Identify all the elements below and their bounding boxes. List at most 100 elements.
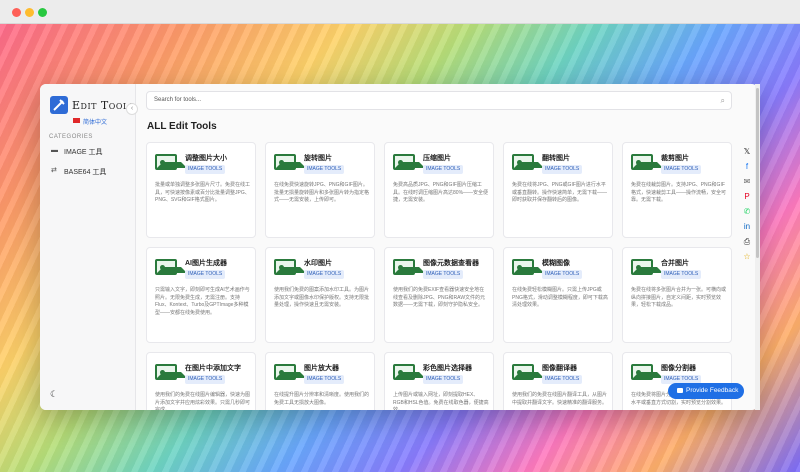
sidebar-item-label: BASE64 工具 bbox=[64, 169, 107, 176]
image-icon bbox=[155, 154, 187, 170]
tool-title: 在图片中添加文字 bbox=[185, 365, 241, 372]
image-icon bbox=[274, 154, 306, 170]
tool-card[interactable]: 在图片中添加文字 IMAGE TOOLS 使用我们的免费在线图片编辑器，快速为图… bbox=[146, 352, 256, 410]
image-icon bbox=[631, 259, 663, 275]
tool-title: 调整图片大小 bbox=[185, 155, 227, 162]
image-icon bbox=[631, 154, 663, 170]
scrollbar-thumb[interactable] bbox=[756, 88, 759, 258]
tool-description: 免费高品质JPG、PNG和GIF图片压缩工具。在线时调压缩图片高达80%——安全… bbox=[393, 182, 489, 204]
tool-title: 图像元数据查看器 bbox=[423, 260, 479, 267]
tool-tag: IMAGE TOOLS bbox=[185, 375, 226, 384]
minimize-window-button[interactable] bbox=[25, 8, 34, 17]
chat-icon bbox=[677, 388, 683, 393]
tool-description: 使用我们免费的图案添加水印工具。为图片添加文字或图像水印保护版权。支持无限批量处… bbox=[274, 287, 370, 309]
tool-description: 上传图片或输入网址，即刻提取HEX、RGB和HSL色值。免费在线取色器，便捷高效… bbox=[393, 392, 489, 410]
tool-tag: IMAGE TOOLS bbox=[423, 375, 464, 384]
logo-icon[interactable] bbox=[50, 96, 68, 114]
pinterest-icon[interactable]: P bbox=[740, 190, 754, 204]
provide-feedback-button[interactable]: Provide Feedback bbox=[668, 383, 744, 399]
search-icon[interactable]: ⌕ bbox=[721, 96, 725, 106]
linkedin-icon[interactable]: in bbox=[740, 220, 754, 234]
sidebar-item-label: IMAGE 工具 bbox=[64, 149, 103, 156]
image-icon bbox=[155, 259, 187, 275]
tool-title: 图像翻译器 bbox=[542, 365, 577, 372]
collapse-sidebar-button[interactable]: ‹ bbox=[126, 103, 138, 115]
tool-card[interactable]: 调整图片大小 IMAGE TOOLS 批量或单独调整多张图片尺寸。免费在线工具，… bbox=[146, 142, 256, 238]
image-icon bbox=[512, 154, 544, 170]
tool-title: 水印图片 bbox=[304, 260, 332, 267]
china-flag-icon bbox=[73, 118, 80, 123]
tool-card[interactable]: 翻转图片 IMAGE TOOLS 免费在线将JPG、PNG或GIF图片进行水平或… bbox=[503, 142, 613, 238]
image-icon bbox=[393, 364, 425, 380]
tool-description: 免费在线将JPG、PNG或GIF图片进行水平或垂直翻转。操作快速简单，无需下载—… bbox=[512, 182, 608, 204]
tool-tag: IMAGE TOOLS bbox=[423, 165, 464, 174]
image-icon bbox=[274, 259, 306, 275]
tool-title: 压缩图片 bbox=[423, 155, 451, 162]
tool-title: 翻转图片 bbox=[542, 155, 570, 162]
sidebar: Edit Tools ‹ 简体中文 CATEGORIES ▬ IMAGE 工具 … bbox=[40, 84, 138, 410]
tool-card[interactable]: 彩色图片选择器 IMAGE TOOLS 上传图片或输入网址，即刻提取HEX、RG… bbox=[384, 352, 494, 410]
tool-description: 使用我们的免费EXIF查看器快速安全地在线查看及删除JPG、PNG和RAW文件的… bbox=[393, 287, 486, 309]
tool-tag: IMAGE TOOLS bbox=[185, 165, 226, 174]
image-icon bbox=[393, 154, 425, 170]
facebook-icon[interactable]: f bbox=[740, 160, 754, 174]
email-icon[interactable]: ✉ bbox=[740, 175, 754, 189]
tool-title: 合并图片 bbox=[661, 260, 689, 267]
tool-card[interactable]: 图像翻译器 IMAGE TOOLS 使用我们的免费在线图片翻译工具，从图片中提取… bbox=[503, 352, 613, 410]
tool-description: 在线免费快速旋转JPG、PNG和GIF图片。批量无损量旋转图片和多张图片转为指定… bbox=[274, 182, 370, 204]
tool-tag: IMAGE TOOLS bbox=[423, 270, 464, 279]
tool-title: 裁剪图片 bbox=[661, 155, 689, 162]
tool-tag: IMAGE TOOLS bbox=[304, 375, 345, 384]
tool-tag: IMAGE TOOLS bbox=[542, 375, 583, 384]
search-input[interactable]: Search for tools... bbox=[154, 97, 201, 103]
tool-description: 在线免费轻松模糊图片。只需上传JPG或PNG格式，滑动调整模糊程度，即可下载高清… bbox=[512, 287, 608, 309]
image-icon bbox=[631, 364, 663, 380]
tool-card[interactable]: 水印图片 IMAGE TOOLS 使用我们免费的图案添加水印工具。为图片添加文字… bbox=[265, 247, 375, 343]
tool-card[interactable]: 合并图片 IMAGE TOOLS 免费在线将多张图片合并为一张。可横向或纵向拼接… bbox=[622, 247, 732, 343]
search-bar[interactable]: Search for tools... ⌕ bbox=[146, 91, 732, 110]
tool-card[interactable]: 旋转图片 IMAGE TOOLS 在线免费快速旋转JPG、PNG和GIF图片。批… bbox=[265, 142, 375, 238]
image-icon: ▬ bbox=[51, 147, 58, 154]
tool-tag: IMAGE TOOLS bbox=[661, 165, 702, 174]
tool-description: 使用我们的免费在线图片翻译工具，从图片中提取并翻译文字。快速精准的翻译服务。 bbox=[512, 392, 608, 406]
tool-description: 使用我们的免费在线图片编辑器，快速为图片添加文字并应用炫彩效果。只需几秒即可完成… bbox=[155, 392, 251, 410]
tool-card[interactable]: 裁剪图片 IMAGE TOOLS 免费在线裁剪图片。支持JPG、PNG和GIF格… bbox=[622, 142, 732, 238]
image-icon bbox=[155, 364, 187, 380]
image-icon bbox=[393, 259, 425, 275]
tool-card[interactable]: 图片放大器 IMAGE TOOLS 在线提升图片分辨率和清晰度。使用我们的免费工… bbox=[265, 352, 375, 410]
window-titlebar bbox=[0, 0, 800, 24]
tool-description: 在线提升图片分辨率和清晰度。使用我们的免费工具无损放大图像。 bbox=[274, 392, 370, 406]
tools-grid: 调整图片大小 IMAGE TOOLS 批量或单独调整多张图片尺寸。免费在线工具，… bbox=[146, 142, 732, 410]
tool-card[interactable]: AI图片生成器 IMAGE TOOLS 只需输入文字，即刻即可生成AI艺术画作与… bbox=[146, 247, 256, 343]
tool-title: 模糊图像 bbox=[542, 260, 570, 267]
tool-title: 彩色图片选择器 bbox=[423, 365, 472, 372]
whatsapp-icon[interactable]: ✆ bbox=[740, 205, 754, 219]
page-scrollbar[interactable] bbox=[755, 84, 760, 410]
print-icon[interactable]: ⎙ bbox=[740, 235, 754, 249]
tool-card[interactable]: 图像分割器 IMAGE TOOLS 在线免费将图片分割为多个部分。按网格、水平或… bbox=[622, 352, 732, 410]
tool-card[interactable]: 压缩图片 IMAGE TOOLS 免费高品质JPG、PNG和GIF图片压缩工具。… bbox=[384, 142, 494, 238]
tool-tag: IMAGE TOOLS bbox=[542, 270, 583, 279]
tool-title: 图像分割器 bbox=[661, 365, 696, 372]
tool-tag: IMAGE TOOLS bbox=[185, 270, 226, 279]
close-window-button[interactable] bbox=[12, 8, 21, 17]
page-title: ALL Edit Tools bbox=[147, 121, 217, 132]
feedback-label: Provide Feedback bbox=[686, 387, 739, 394]
tool-description: 批量或单独调整多张图片尺寸。免费在线工具，可快速按像素或百分比批量调整JPG、P… bbox=[155, 182, 251, 204]
tool-card[interactable]: 图像元数据查看器 IMAGE TOOLS 使用我们的免费EXIF查看器快速安全地… bbox=[384, 247, 494, 343]
code-icon: ⇄ bbox=[51, 167, 57, 174]
tool-tag: IMAGE TOOLS bbox=[304, 270, 345, 279]
image-icon bbox=[512, 259, 544, 275]
categories-heading: CATEGORIES bbox=[49, 134, 93, 140]
x-icon[interactable]: 𝕏 bbox=[740, 145, 754, 159]
tool-description: 免费在线裁剪图片。支持JPG、PNG和GIF格式，快速裁剪工具——操作流畅，安全… bbox=[631, 182, 727, 204]
dark-mode-toggle-icon[interactable]: ☾ bbox=[50, 389, 58, 400]
tool-tag: IMAGE TOOLS bbox=[661, 270, 702, 279]
share-bar: 𝕏 f ✉ P ✆ in ⎙ ☆ bbox=[740, 145, 754, 265]
star-icon[interactable]: ☆ bbox=[740, 250, 754, 264]
image-icon bbox=[274, 364, 306, 380]
maximize-window-button[interactable] bbox=[38, 8, 47, 17]
language-selector[interactable]: 简体中文 bbox=[83, 117, 107, 126]
tool-title: AI图片生成器 bbox=[185, 260, 227, 267]
tool-card[interactable]: 模糊图像 IMAGE TOOLS 在线免费轻松模糊图片。只需上传JPG或PNG格… bbox=[503, 247, 613, 343]
